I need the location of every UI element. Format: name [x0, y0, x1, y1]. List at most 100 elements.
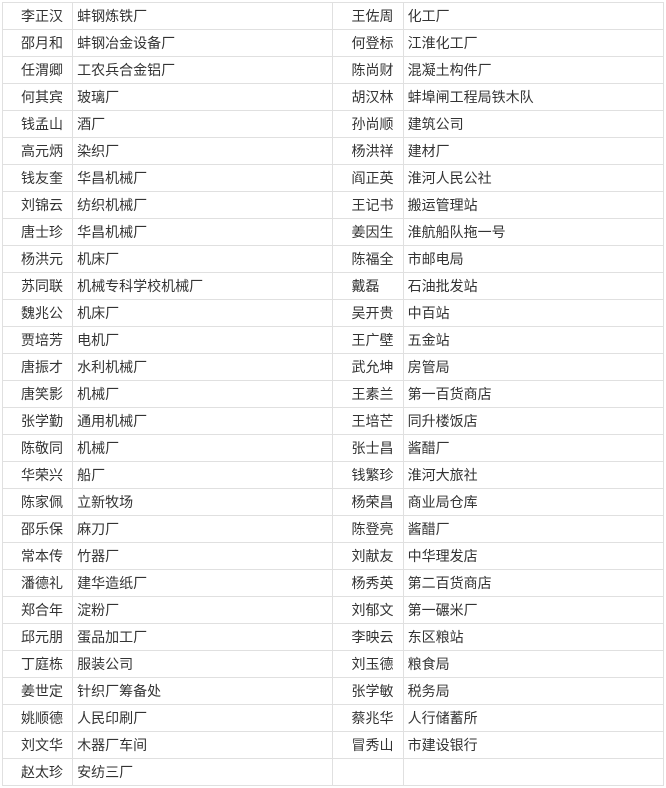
- organization: 商业局仓库: [403, 489, 663, 516]
- person-name: 高元炳: [3, 138, 73, 165]
- organization: 混凝土构件厂: [403, 57, 663, 84]
- organization: 水利机械厂: [73, 354, 333, 381]
- organization: 染织厂: [73, 138, 333, 165]
- person-name: [333, 759, 403, 786]
- person-name: 胡汉林: [333, 84, 403, 111]
- organization: 工农兵合金铝厂: [73, 57, 333, 84]
- person-name: 何其宾: [3, 84, 73, 111]
- organization: 麻刀厂: [73, 516, 333, 543]
- table-row: 李正汉蚌钢炼铁厂王佐周化工厂: [3, 3, 664, 30]
- organization: 江淮化工厂: [403, 30, 663, 57]
- person-name: 王记书: [333, 192, 403, 219]
- person-name: 邱元朋: [3, 624, 73, 651]
- organization: 建筑公司: [403, 111, 663, 138]
- person-name: 赵太珍: [3, 759, 73, 786]
- person-name: 吴开贵: [333, 300, 403, 327]
- table-row: 何其宾玻璃厂胡汉林蚌埠闸工程局铁木队: [3, 84, 664, 111]
- person-name: 苏同联: [3, 273, 73, 300]
- person-name: 戴磊: [333, 273, 403, 300]
- person-name: 杨荣昌: [333, 489, 403, 516]
- organization: 机床厂: [73, 246, 333, 273]
- organization: 酱醋厂: [403, 435, 663, 462]
- person-name: 钱繁珍: [333, 462, 403, 489]
- person-name: 邵月和: [3, 30, 73, 57]
- person-name: 唐士珍: [3, 219, 73, 246]
- table-row: 唐振才水利机械厂武允坤房管局: [3, 354, 664, 381]
- person-name: 姜因生: [333, 219, 403, 246]
- person-name: 任渭卿: [3, 57, 73, 84]
- person-name: 李映云: [333, 624, 403, 651]
- person-name: 李正汉: [3, 3, 73, 30]
- person-name: 王广壁: [333, 327, 403, 354]
- organization: 房管局: [403, 354, 663, 381]
- table-row: 刘文华木器厂车间冒秀山市建设银行: [3, 732, 664, 759]
- organization: 中华理发店: [403, 543, 663, 570]
- organization: 中百站: [403, 300, 663, 327]
- person-name: 刘献友: [333, 543, 403, 570]
- table-row: 杨洪元机床厂陈福全市邮电局: [3, 246, 664, 273]
- person-name: 阎正英: [333, 165, 403, 192]
- organization: 淀粉厂: [73, 597, 333, 624]
- organization: 船厂: [73, 462, 333, 489]
- person-name: 张士昌: [333, 435, 403, 462]
- table-row: 钱孟山酒厂孙尚顺建筑公司: [3, 111, 664, 138]
- table-row: 丁庭栋服装公司刘玉德粮食局: [3, 651, 664, 678]
- organization: 人行储蓄所: [403, 705, 663, 732]
- personnel-table: 李正汉蚌钢炼铁厂王佐周化工厂邵月和蚌钢冶金设备厂何登标江淮化工厂任渭卿工农兵合金…: [2, 2, 664, 786]
- organization: 酱醋厂: [403, 516, 663, 543]
- person-name: 魏兆公: [3, 300, 73, 327]
- person-name: 潘德礼: [3, 570, 73, 597]
- person-name: 蔡兆华: [333, 705, 403, 732]
- person-name: 唐振才: [3, 354, 73, 381]
- organization: 机械厂: [73, 381, 333, 408]
- person-name: 郑合年: [3, 597, 73, 624]
- table-row: 魏兆公机床厂吴开贵中百站: [3, 300, 664, 327]
- organization: 安纺三厂: [73, 759, 333, 786]
- organization: 立新牧场: [73, 489, 333, 516]
- organization: 淮航船队拖一号: [403, 219, 663, 246]
- organization: 淮河人民公社: [403, 165, 663, 192]
- organization: 竹器厂: [73, 543, 333, 570]
- organization: [403, 759, 663, 786]
- person-name: 张学勤: [3, 408, 73, 435]
- organization: 建华造纸厂: [73, 570, 333, 597]
- person-name: 姚顺德: [3, 705, 73, 732]
- organization: 服装公司: [73, 651, 333, 678]
- table-row: 陈家佩立新牧场杨荣昌商业局仓库: [3, 489, 664, 516]
- organization: 人民印刷厂: [73, 705, 333, 732]
- organization: 建材厂: [403, 138, 663, 165]
- organization: 机械专科学校机械厂: [73, 273, 333, 300]
- organization: 市建设银行: [403, 732, 663, 759]
- table-row: 唐士珍华昌机械厂姜因生淮航船队拖一号: [3, 219, 664, 246]
- organization: 市邮电局: [403, 246, 663, 273]
- person-name: 王素兰: [333, 381, 403, 408]
- organization: 木器厂车间: [73, 732, 333, 759]
- person-name: 钱孟山: [3, 111, 73, 138]
- organization: 酒厂: [73, 111, 333, 138]
- organization: 粮食局: [403, 651, 663, 678]
- organization: 蚌钢炼铁厂: [73, 3, 333, 30]
- person-name: 何登标: [333, 30, 403, 57]
- table-row: 华荣兴船厂钱繁珍淮河大旅社: [3, 462, 664, 489]
- table-row: 姜世定针织厂筹备处张学敏税务局: [3, 678, 664, 705]
- organization: 五金站: [403, 327, 663, 354]
- person-name: 丁庭栋: [3, 651, 73, 678]
- organization: 机械厂: [73, 435, 333, 462]
- table-row: 赵太珍安纺三厂: [3, 759, 664, 786]
- table-row: 姚顺德人民印刷厂蔡兆华人行储蓄所: [3, 705, 664, 732]
- table-row: 邵乐保麻刀厂陈登亮酱醋厂: [3, 516, 664, 543]
- organization: 化工厂: [403, 3, 663, 30]
- table-row: 邱元朋蛋品加工厂李映云东区粮站: [3, 624, 664, 651]
- organization: 电机厂: [73, 327, 333, 354]
- person-name: 贾培芳: [3, 327, 73, 354]
- person-name: 刘玉德: [333, 651, 403, 678]
- organization: 同升楼饭店: [403, 408, 663, 435]
- organization: 华昌机械厂: [73, 165, 333, 192]
- organization: 蚌埠闸工程局铁木队: [403, 84, 663, 111]
- person-name: 孙尚顺: [333, 111, 403, 138]
- person-name: 冒秀山: [333, 732, 403, 759]
- table-row: 潘德礼建华造纸厂杨秀英第二百货商店: [3, 570, 664, 597]
- table-row: 任渭卿工农兵合金铝厂陈尚财混凝土构件厂: [3, 57, 664, 84]
- person-name: 武允坤: [333, 354, 403, 381]
- table-row: 钱友奎华昌机械厂阎正英淮河人民公社: [3, 165, 664, 192]
